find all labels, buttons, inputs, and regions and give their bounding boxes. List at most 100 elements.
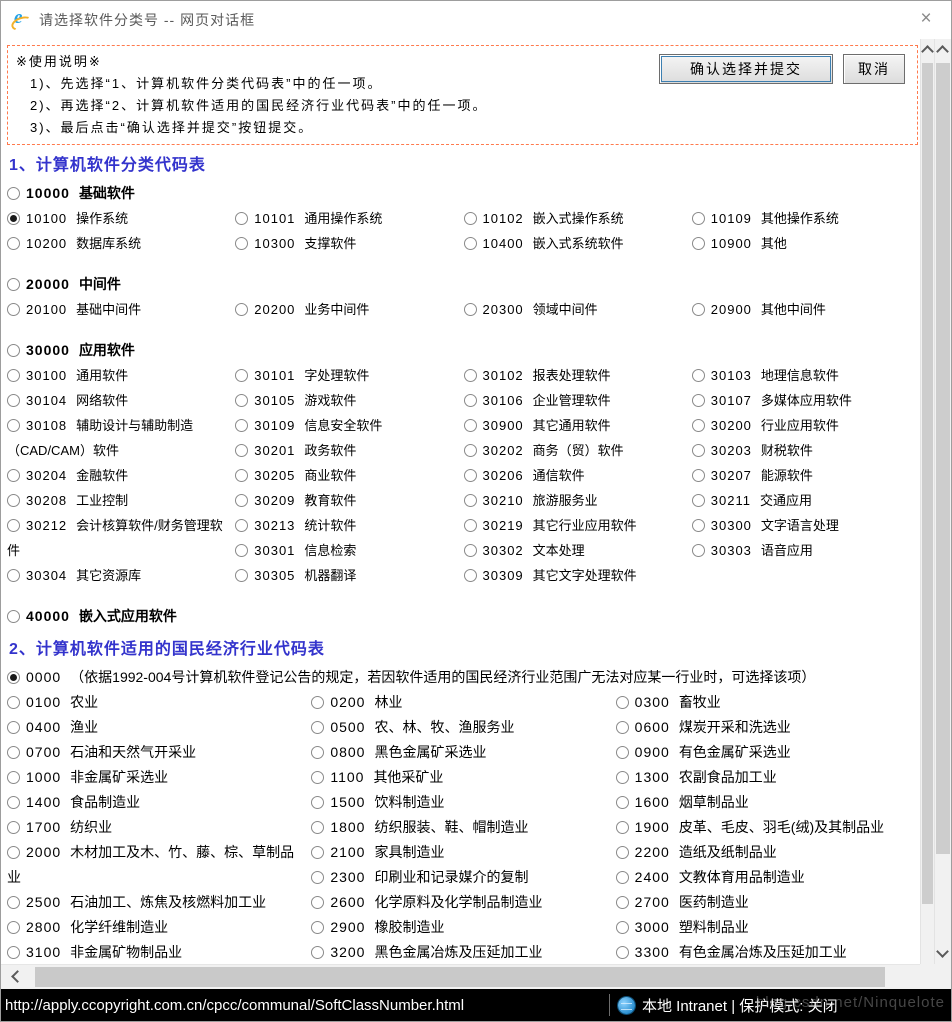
radio-option[interactable]: 20900其他中间件	[692, 297, 912, 322]
radio-icon[interactable]	[311, 696, 324, 709]
radio-icon[interactable]	[616, 821, 629, 834]
radio-icon[interactable]	[7, 369, 20, 382]
inner-vertical-scrollbar[interactable]	[920, 39, 934, 964]
radio-icon[interactable]	[311, 896, 324, 909]
radio-option[interactable]: 0300畜牧业	[616, 690, 912, 715]
radio-icon[interactable]	[235, 519, 248, 532]
radio-option[interactable]: 30204金融软件	[7, 463, 227, 488]
radio-icon[interactable]	[235, 212, 248, 225]
radio-icon[interactable]	[235, 369, 248, 382]
radio-icon[interactable]	[616, 871, 629, 884]
radio-icon[interactable]	[311, 846, 324, 859]
radio-option[interactable]: 30208工业控制	[7, 488, 227, 513]
radio-icon[interactable]	[616, 921, 629, 934]
radio-icon[interactable]	[692, 469, 705, 482]
radio-option[interactable]: 30206通信软件	[464, 463, 684, 488]
radio-icon[interactable]	[7, 303, 20, 316]
radio-option[interactable]: 30205商业软件	[235, 463, 455, 488]
radio-icon[interactable]	[311, 921, 324, 934]
radio-option[interactable]: 0700石油和天然气开采业	[7, 740, 303, 765]
radio-icon[interactable]	[235, 419, 248, 432]
radio-option[interactable]: 30202商务（贸）软件	[464, 438, 684, 463]
radio-icon[interactable]	[616, 946, 629, 959]
scroll-left-icon[interactable]	[13, 972, 22, 981]
radio-icon[interactable]	[616, 746, 629, 759]
radio-option[interactable]: 10101通用操作系统	[235, 206, 455, 231]
radio-icon[interactable]	[7, 896, 20, 909]
radio-option[interactable]: 30212会计核算软件/财务管理软件	[7, 513, 227, 563]
radio-option[interactable]: 3300有色金属冶炼及压延加工业	[616, 940, 912, 964]
radio-option[interactable]: 30102报表处理软件	[464, 363, 684, 388]
radio-icon[interactable]	[616, 796, 629, 809]
radio-option[interactable]: 2700医药制造业	[616, 890, 912, 915]
radio-option[interactable]: 30211交通应用	[692, 488, 912, 513]
radio-option[interactable]: 3000塑料制品业	[616, 915, 912, 940]
close-icon[interactable]: ×	[915, 9, 937, 31]
radio-icon[interactable]	[7, 394, 20, 407]
radio-icon[interactable]	[616, 846, 629, 859]
radio-option[interactable]: 2900橡胶制造业	[311, 915, 607, 940]
radio-option[interactable]: 0600煤炭开采和洗选业	[616, 715, 912, 740]
radio-icon[interactable]	[311, 821, 324, 834]
radio-icon[interactable]	[616, 896, 629, 909]
scroll-up-icon[interactable]	[923, 47, 932, 56]
radio-option[interactable]: 0100农业	[7, 690, 303, 715]
radio-option[interactable]: 30305机器翻译	[235, 563, 455, 588]
radio-icon[interactable]	[235, 237, 248, 250]
radio-option-group-header[interactable]: 10000基础软件	[7, 181, 920, 206]
radio-icon[interactable]	[235, 569, 248, 582]
radio-option[interactable]: 30107多媒体应用软件	[692, 388, 912, 413]
radio-option[interactable]: 1300农副食品加工业	[616, 765, 912, 790]
radio-icon[interactable]	[7, 946, 20, 959]
outer-vertical-scrollbar[interactable]	[934, 39, 951, 964]
radio-option[interactable]: 30200行业应用软件	[692, 413, 912, 438]
radio-icon[interactable]	[692, 519, 705, 532]
radio-option[interactable]: 30303语音应用	[692, 538, 912, 563]
radio-option[interactable]: 30300文字语言处理	[692, 513, 912, 538]
radio-icon[interactable]	[311, 946, 324, 959]
radio-option[interactable]: 30101字处理软件	[235, 363, 455, 388]
radio-icon[interactable]	[235, 544, 248, 557]
radio-icon[interactable]	[464, 444, 477, 457]
cancel-button[interactable]: 取消	[843, 54, 905, 84]
radio-option[interactable]: 30213统计软件	[235, 513, 455, 538]
radio-icon[interactable]	[311, 721, 324, 734]
radio-icon[interactable]	[464, 469, 477, 482]
radio-option[interactable]: 30207能源软件	[692, 463, 912, 488]
radio-icon[interactable]	[7, 569, 20, 582]
radio-option[interactable]: 3200黑色金属冶炼及压延加工业	[311, 940, 607, 964]
radio-option[interactable]: 30201政务软件	[235, 438, 455, 463]
radio-option[interactable]: 1400食品制造业	[7, 790, 303, 815]
scroll-up-icon[interactable]	[938, 47, 947, 56]
radio-option[interactable]: 0900有色金属矿采选业	[616, 740, 912, 765]
scrollbar-thumb[interactable]	[35, 967, 885, 987]
radio-icon[interactable]	[235, 303, 248, 316]
radio-option[interactable]: 30203财税软件	[692, 438, 912, 463]
radio-icon[interactable]	[311, 771, 324, 784]
radio-icon[interactable]	[692, 494, 705, 507]
radio-icon[interactable]	[464, 569, 477, 582]
radio-option[interactable]: 1800纺织服装、鞋、帽制造业	[311, 815, 607, 840]
radio-icon[interactable]	[7, 237, 20, 250]
radio-option[interactable]: 30105游戏软件	[235, 388, 455, 413]
radio-option[interactable]: 30108辅助设计与辅助制造（CAD/CAM）软件	[7, 413, 227, 463]
radio-icon[interactable]	[7, 796, 20, 809]
radio-icon[interactable]	[692, 419, 705, 432]
radio-option[interactable]: 20100基础中间件	[7, 297, 227, 322]
radio-option[interactable]: 30106企业管理软件	[464, 388, 684, 413]
radio-icon[interactable]	[7, 519, 20, 532]
radio-icon[interactable]	[235, 469, 248, 482]
radio-option[interactable]: 2100家具制造业	[311, 840, 607, 865]
radio-option[interactable]: 1700纺织业	[7, 815, 303, 840]
radio-option[interactable]: 2800化学纤维制造业	[7, 915, 303, 940]
radio-icon[interactable]	[311, 796, 324, 809]
radio-option[interactable]: 30304其它资源库	[7, 563, 227, 588]
radio-option[interactable]: 10900其他	[692, 231, 912, 256]
radio-icon[interactable]	[692, 237, 705, 250]
radio-option-group-header[interactable]: 30000应用软件	[7, 338, 920, 363]
radio-icon[interactable]	[464, 394, 477, 407]
radio-option[interactable]: 10300支撑软件	[235, 231, 455, 256]
radio-icon[interactable]	[464, 519, 477, 532]
radio-option[interactable]: 30309其它文字处理软件	[464, 563, 684, 588]
radio-icon[interactable]	[235, 494, 248, 507]
